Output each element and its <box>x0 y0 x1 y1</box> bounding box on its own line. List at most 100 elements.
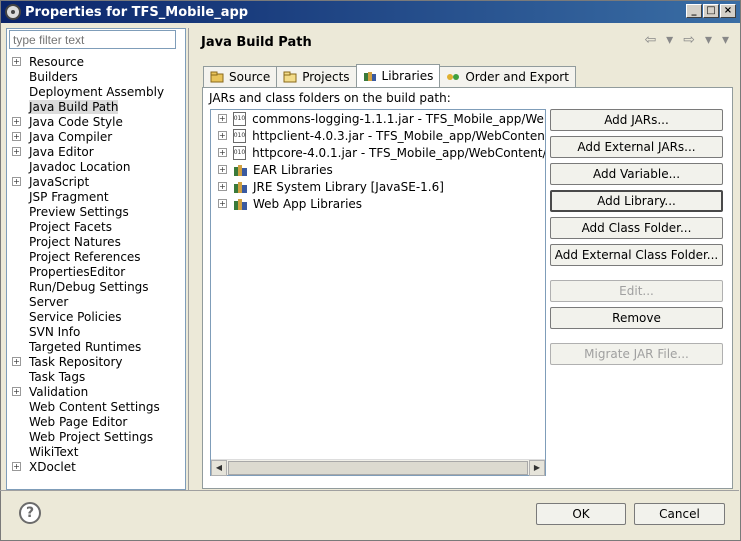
tree-item-label: Task Tags <box>29 369 86 384</box>
tree-item[interactable]: + Validation <box>12 384 164 399</box>
tree-item[interactable]: Java Build Path <box>12 99 164 114</box>
expand-icon[interactable]: + <box>12 177 21 186</box>
tree-item-label: Preview Settings <box>29 204 129 219</box>
tree-item[interactable]: SVN Info <box>12 324 164 339</box>
tree-item[interactable]: Project References <box>12 249 164 264</box>
close-button[interactable]: × <box>720 4 736 18</box>
entry-label: commons-logging-1.1.1.jar - TFS_Mobile_a… <box>252 111 546 126</box>
source-folder-icon <box>210 71 224 83</box>
tree-item[interactable]: Deployment Assembly <box>12 84 164 99</box>
build-path-entry[interactable]: + JRE System Library [JavaSE-1.6] <box>211 178 545 195</box>
tree-item[interactable]: Targeted Runtimes <box>12 339 164 354</box>
tree-item[interactable]: + JavaScript <box>12 174 164 189</box>
minimize-button[interactable]: _ <box>686 4 702 18</box>
add-external-jars-button[interactable]: Add External JARs... <box>550 136 723 158</box>
build-path-entry[interactable]: + Web App Libraries <box>211 195 545 212</box>
tree-item[interactable]: Builders <box>12 69 164 84</box>
add-jars-button[interactable]: Add JARs... <box>550 109 723 131</box>
panel-divider[interactable] <box>188 28 189 490</box>
tree-item[interactable]: Javadoc Location <box>12 159 164 174</box>
ok-button[interactable]: OK <box>536 503 626 525</box>
tree-item-label: Java Compiler <box>29 129 113 144</box>
expand-icon[interactable]: + <box>218 165 227 174</box>
tree-item[interactable]: Run/Debug Settings <box>12 279 164 294</box>
jar-icon: 010 <box>232 111 247 126</box>
forward-menu-icon[interactable]: ▾ <box>705 32 712 48</box>
back-menu-icon[interactable]: ▾ <box>666 32 673 48</box>
tree-item[interactable]: + XDoclet <box>12 459 164 474</box>
tree-item[interactable]: Web Content Settings <box>12 399 164 414</box>
tree-item[interactable]: Task Tags <box>12 369 164 384</box>
expand-icon[interactable]: + <box>12 147 21 156</box>
tree-item[interactable]: JSP Fragment <box>12 189 164 204</box>
jar-icon: 010 <box>232 145 247 160</box>
tree-item-label: Builders <box>29 69 78 84</box>
view-menu-icon[interactable]: ▾ <box>722 32 729 48</box>
tree-item[interactable]: + Java Compiler <box>12 129 164 144</box>
build-path-entry[interactable]: +010 commons-logging-1.1.1.jar - TFS_Mobi… <box>211 110 545 127</box>
build-path-entry[interactable]: + EAR Libraries <box>211 161 545 178</box>
expand-icon[interactable]: + <box>218 199 227 208</box>
filter-input[interactable] <box>9 30 176 49</box>
build-path-list[interactable]: +010 commons-logging-1.1.1.jar - TFS_Mobi… <box>210 109 546 476</box>
scroll-left-icon[interactable]: ◀ <box>211 460 227 476</box>
expand-icon[interactable]: + <box>12 57 21 66</box>
add-library-button[interactable]: Add Library... <box>550 190 723 212</box>
eclipse-icon <box>5 4 21 20</box>
tree-item[interactable]: Web Page Editor <box>12 414 164 429</box>
library-icon <box>233 181 249 193</box>
tree-item[interactable]: Project Facets <box>12 219 164 234</box>
expand-icon[interactable]: + <box>218 131 227 140</box>
help-icon[interactable]: ? <box>19 502 41 524</box>
tree-item-label: Java Build Path <box>29 99 119 114</box>
remove-button[interactable]: Remove <box>550 307 723 329</box>
tree-item[interactable]: Preview Settings <box>12 204 164 219</box>
tree-item-label: SVN Info <box>29 324 81 339</box>
horizontal-scrollbar[interactable]: ◀ ▶ <box>211 459 545 476</box>
maximize-button[interactable]: □ <box>703 4 719 18</box>
order-export-icon <box>446 71 460 83</box>
scroll-thumb[interactable] <box>228 461 528 475</box>
tree-item[interactable]: Project Natures <box>12 234 164 249</box>
tree-item[interactable]: Web Project Settings <box>12 429 164 444</box>
expand-icon[interactable]: + <box>12 462 21 471</box>
cancel-button[interactable]: Cancel <box>634 503 725 525</box>
tree-item[interactable]: PropertiesEditor <box>12 264 164 279</box>
scroll-right-icon[interactable]: ▶ <box>529 460 545 476</box>
tab-libraries[interactable]: Libraries <box>355 64 441 87</box>
jar-icon: 010 <box>232 128 247 143</box>
entry-label: Web App Libraries <box>253 196 363 211</box>
forward-icon[interactable]: ⇨ <box>683 32 695 48</box>
expand-icon[interactable]: + <box>12 117 21 126</box>
edit-button[interactable]: Edit... <box>550 280 723 302</box>
tree-item[interactable]: + Java Editor <box>12 144 164 159</box>
tab-order-and-export[interactable]: Order and Export <box>439 66 576 87</box>
back-icon[interactable]: ⇦ <box>644 32 656 48</box>
library-icon <box>233 164 249 176</box>
add-variable-button[interactable]: Add Variable... <box>550 163 723 185</box>
expand-icon[interactable]: + <box>12 387 21 396</box>
expand-icon[interactable]: + <box>218 148 227 157</box>
tree-item[interactable]: + Java Code Style <box>12 114 164 129</box>
tree-item[interactable]: Server <box>12 294 164 309</box>
add-class-folder-button[interactable]: Add Class Folder... <box>550 217 723 239</box>
tree-item[interactable]: Service Policies <box>12 309 164 324</box>
tree-item[interactable]: + Task Repository <box>12 354 164 369</box>
build-path-entry[interactable]: +010 httpcore-4.0.1.jar - TFS_Mobile_app/… <box>211 144 545 161</box>
add-external-class-folder-button[interactable]: Add External Class Folder... <box>550 244 723 266</box>
expand-icon[interactable]: + <box>12 357 21 366</box>
expand-icon[interactable]: + <box>218 182 227 191</box>
tab-source[interactable]: Source <box>203 66 278 87</box>
migrate-jar-button[interactable]: Migrate JAR File... <box>550 343 723 365</box>
expand-icon[interactable]: + <box>218 114 227 123</box>
tree-item[interactable]: WikiText <box>12 444 164 459</box>
tab-projects[interactable]: Projects <box>276 66 357 87</box>
expand-icon[interactable]: + <box>12 132 21 141</box>
build-path-tabs: Source Projects Libraries Order and Export <box>203 64 576 88</box>
build-path-label: JARs and class folders on the build path… <box>209 91 451 105</box>
tree-item-label: Java Code Style <box>29 114 123 129</box>
tree-item[interactable]: + Resource <box>12 54 164 69</box>
entry-label: EAR Libraries <box>253 162 333 177</box>
title-bar[interactable]: Properties for TFS_Mobile_app _ □ × <box>1 1 740 23</box>
build-path-entry[interactable]: +010 httpclient-4.0.3.jar - TFS_Mobile_ap… <box>211 127 545 144</box>
